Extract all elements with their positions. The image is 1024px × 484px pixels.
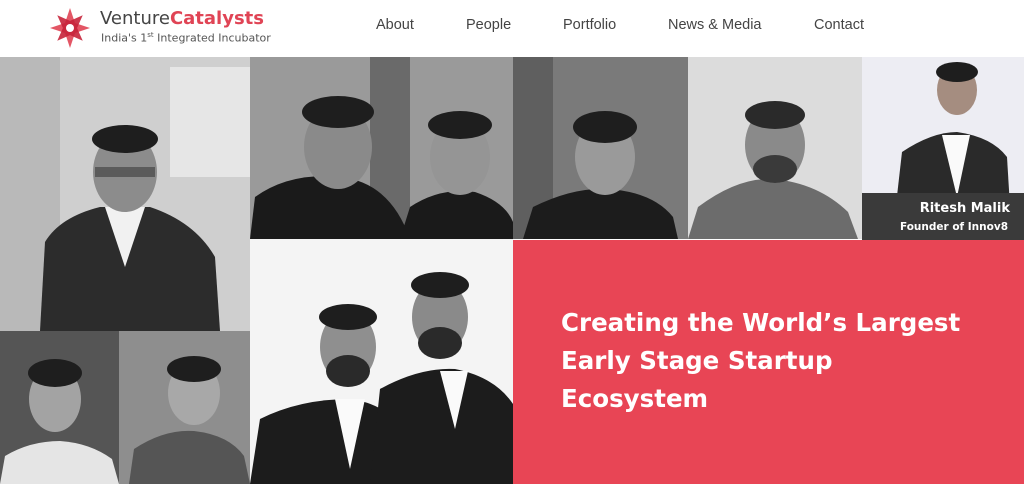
- featured-name: Ritesh Malik: [919, 201, 1010, 216]
- team-photo-6: [119, 331, 250, 484]
- team-photo-2: [250, 57, 513, 239]
- brand-logo[interactable]: VentureCatalysts India's 1st Integrated …: [48, 6, 271, 50]
- team-photo-5: [0, 331, 119, 484]
- portrait-image: [250, 57, 513, 239]
- hero-line-1: Creating the World’s Largest: [561, 308, 961, 337]
- portrait-image: [0, 331, 119, 484]
- brand-name-part2: Catalysts: [169, 8, 264, 29]
- site-header: VentureCatalysts India's 1st Integrated …: [0, 0, 1024, 56]
- team-photo-7: [250, 239, 513, 484]
- portrait-image: [119, 331, 250, 484]
- nav-news-media[interactable]: News & Media: [668, 17, 761, 33]
- tagline-post: Integrated Incubator: [153, 31, 271, 45]
- brand-name-part1: Venture: [100, 8, 170, 29]
- flower-logo-icon: [50, 8, 90, 48]
- nav-people[interactable]: People: [466, 17, 511, 33]
- portrait-image: [688, 57, 862, 239]
- nav-contact[interactable]: Contact: [814, 17, 864, 33]
- team-photo-4: [688, 57, 862, 239]
- nav-portfolio[interactable]: Portfolio: [563, 17, 616, 33]
- tagline-pre: India's 1: [101, 31, 148, 45]
- featured-caption: Ritesh Malik Founder of Innov8: [862, 193, 1024, 240]
- featured-role: Founder of Innov8: [899, 221, 1008, 233]
- portrait-image: [0, 57, 250, 331]
- team-photo-1: [0, 57, 250, 331]
- brand-tagline: India's 1st Integrated Incubator: [101, 31, 271, 45]
- portrait-image: [513, 57, 688, 239]
- portrait-image: [250, 239, 513, 484]
- nav-about[interactable]: About: [376, 17, 414, 33]
- brand-name: VentureCatalysts: [100, 8, 264, 29]
- hero-panel: Creating the World’s Largest Early Stage…: [513, 240, 1024, 484]
- team-photo-3: [513, 57, 688, 239]
- hero-line-2: Early Stage Startup: [561, 346, 833, 375]
- hero-line-3: Ecosystem: [561, 384, 709, 413]
